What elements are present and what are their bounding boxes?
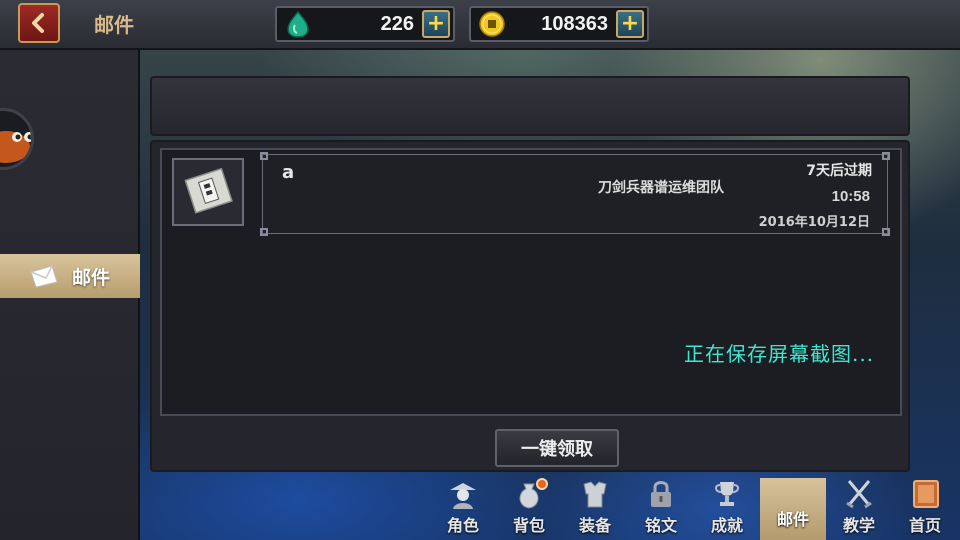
page-title: 邮件: [94, 13, 134, 37]
jade-drop-icon: [287, 10, 309, 38]
jade-amount: 226: [380, 12, 414, 35]
mail-expire: 7天后过期: [806, 163, 872, 179]
gold-coin-icon: [479, 11, 505, 37]
nav-label: 邮件: [776, 510, 809, 529]
nav-label: 装备: [578, 516, 611, 535]
trophy-icon: [715, 482, 739, 506]
chevron-left-icon: [32, 13, 44, 33]
character-icon: [450, 483, 476, 509]
panel-header: [150, 76, 910, 136]
avatar[interactable]: [0, 108, 34, 170]
corner-ornament: [882, 152, 890, 160]
sidebar-item-label: 邮件: [72, 266, 111, 289]
home-scroll-icon: [913, 480, 939, 508]
nav-equipment[interactable]: 装备: [562, 478, 628, 540]
envelope-icon: [30, 265, 58, 288]
notification-dot: [536, 478, 548, 490]
nav-character[interactable]: 角色: [430, 478, 496, 540]
collect-all-button[interactable]: 一键领取: [495, 429, 619, 467]
screenshot-saving-toast: 正在保存屏幕截图...: [684, 342, 875, 366]
coin-currency: 108363 +: [469, 6, 649, 42]
corner-ornament: [882, 228, 890, 236]
mail-time: 10:58: [831, 188, 870, 205]
back-button[interactable]: [18, 3, 60, 43]
letter-scroll-icon: [184, 167, 233, 214]
coin-amount: 108363: [541, 12, 608, 35]
jade-currency: 226 +: [275, 6, 455, 42]
mail-subject: 刀剑兵器谱运维团队: [598, 180, 724, 196]
nav-inscription[interactable]: 铭文: [628, 478, 694, 540]
sidebar-item-mail[interactable]: 邮件: [0, 254, 140, 298]
corner-ornament: [260, 152, 268, 160]
nav-mail[interactable]: 邮件: [760, 478, 826, 540]
nav-bag[interactable]: 背包: [496, 478, 562, 540]
crossed-swords-icon: [846, 480, 872, 509]
mail-sender: a: [282, 162, 295, 183]
mascot-icon: [0, 131, 31, 163]
nav-achievement[interactable]: 成就: [694, 478, 760, 540]
mail-item-icon[interactable]: [172, 158, 244, 226]
nav-label: 成就: [710, 516, 743, 535]
nav-label: 背包: [512, 516, 545, 535]
nav-home[interactable]: 首页: [892, 478, 958, 540]
nav-label: 角色: [446, 516, 479, 535]
nav-label: 教学: [842, 516, 875, 535]
nav-label: 首页: [908, 516, 941, 535]
corner-ornament: [260, 228, 268, 236]
sidebar: 邮件: [0, 50, 140, 540]
mail-date: 2016年10月12日: [758, 215, 870, 230]
top-bar: 邮件 226 + 108363 +: [0, 0, 960, 50]
nav-tutorial[interactable]: 教学: [826, 478, 892, 540]
nav-label: 铭文: [644, 516, 677, 535]
bottom-nav: 角色 背包 装备 铭文 成就 邮件 教学 首页: [430, 478, 960, 540]
lock-icon: [651, 481, 671, 507]
armor-icon: [583, 481, 607, 508]
add-jade-button[interactable]: +: [422, 10, 450, 38]
add-coins-button[interactable]: +: [616, 10, 644, 38]
